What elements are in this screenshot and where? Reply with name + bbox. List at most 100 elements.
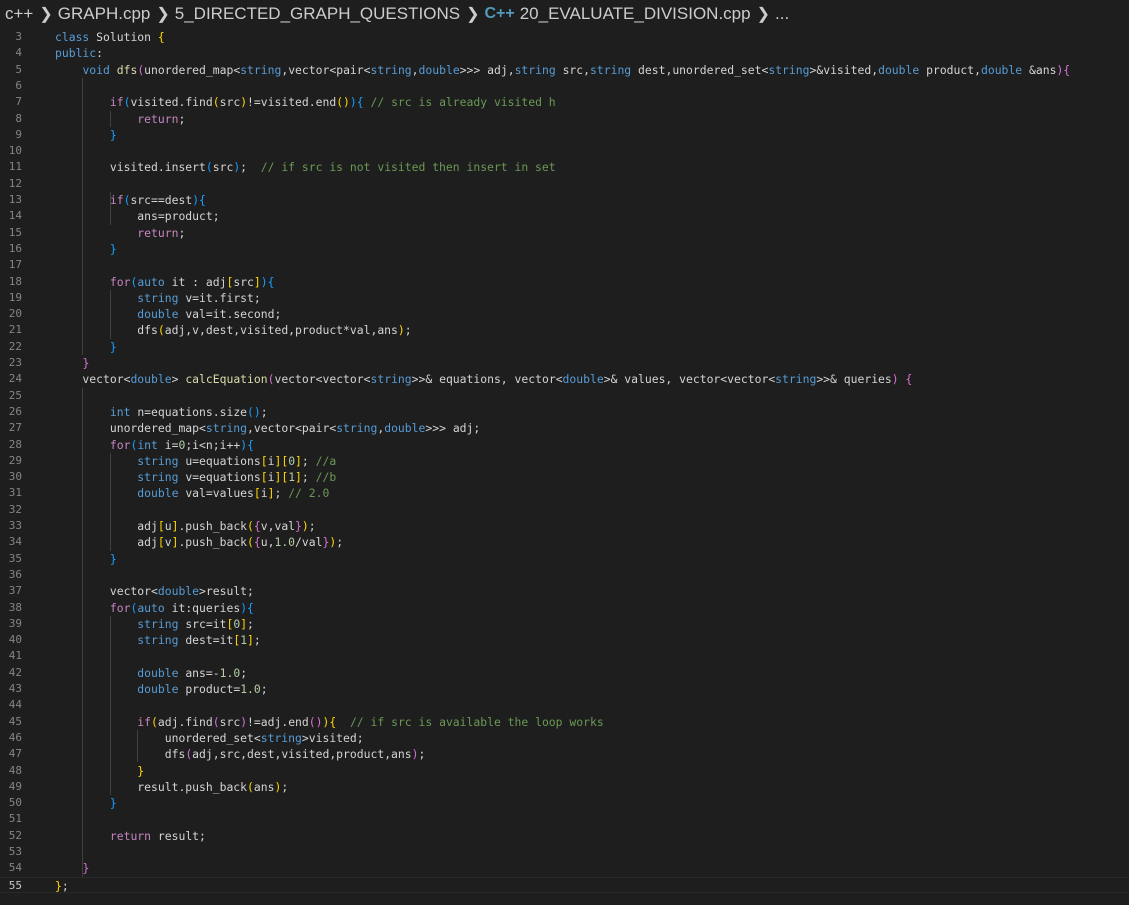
code-token: ( bbox=[151, 714, 158, 729]
line-number: 8 bbox=[15, 111, 22, 125]
code-text: double val=it.second; bbox=[55, 306, 281, 322]
code-line[interactable]: 19 string v=it.first; bbox=[0, 290, 1129, 306]
code-token: ] bbox=[295, 453, 302, 468]
code-line[interactable]: 24 vector<double> calcEquation(vector<ve… bbox=[0, 371, 1129, 387]
code-line[interactable]: 40 string dest=it[1]; bbox=[0, 632, 1129, 648]
code-token: ( bbox=[205, 160, 213, 175]
code-line[interactable]: 23 } bbox=[0, 355, 1129, 371]
code-token: < bbox=[555, 372, 563, 387]
code-token: ; bbox=[253, 633, 261, 648]
code-token: () bbox=[336, 95, 350, 110]
code-token: src bbox=[219, 95, 241, 110]
code-line[interactable]: 33 adj[u].push_back({v,val}); bbox=[0, 518, 1129, 534]
breadcrumb-more[interactable]: ... bbox=[775, 4, 789, 24]
code-line[interactable]: 50 } bbox=[0, 795, 1129, 811]
code-line[interactable]: 42 double ans=-1.0; bbox=[0, 665, 1129, 681]
code-line[interactable]: 17 bbox=[0, 257, 1129, 273]
code-token: &ans bbox=[1022, 62, 1057, 77]
code-line[interactable]: 11 visited.insert(src); // if src is not… bbox=[0, 159, 1129, 175]
code-token: vector bbox=[55, 584, 152, 599]
code-line[interactable]: 8 return; bbox=[0, 111, 1129, 127]
line-number: 48 bbox=[8, 763, 22, 777]
code-line[interactable]: 25 bbox=[0, 388, 1129, 404]
code-line[interactable]: 52 return result; bbox=[0, 828, 1129, 844]
code-line[interactable]: 37 vector<double>result; bbox=[0, 583, 1129, 599]
code-token: int bbox=[137, 437, 165, 452]
code-token: string bbox=[514, 62, 556, 77]
code-line[interactable]: 6 bbox=[0, 78, 1129, 94]
code-line[interactable]: 47 dfs(adj,src,dest,visited,product,ans)… bbox=[0, 746, 1129, 762]
code-token: ; bbox=[178, 225, 186, 240]
code-line[interactable]: 39 string src=it[0]; bbox=[0, 616, 1129, 632]
code-line[interactable]: 30 string v=equations[i][1]; //b bbox=[0, 469, 1129, 485]
code-token: > bbox=[603, 372, 611, 387]
code-token: } bbox=[82, 356, 90, 370]
code-line[interactable]: 32 bbox=[0, 502, 1129, 518]
code-token: ) bbox=[349, 95, 357, 110]
code-line[interactable]: 22 } bbox=[0, 339, 1129, 355]
code-token: adj bbox=[55, 535, 158, 550]
code-line[interactable]: 38 for(auto it:queries){ bbox=[0, 600, 1129, 616]
code-line[interactable]: 9 } bbox=[0, 127, 1129, 143]
code-token: ans=product; bbox=[55, 209, 220, 224]
code-line[interactable]: 4 public: bbox=[0, 45, 1129, 61]
code-line[interactable]: 28 for(int i=0;i<n;i++){ bbox=[0, 437, 1129, 453]
code-token: /val bbox=[295, 535, 323, 550]
code-line[interactable]: 12 bbox=[0, 176, 1129, 192]
code-line[interactable]: 36 bbox=[0, 567, 1129, 583]
line-number: 3 bbox=[15, 30, 22, 43]
code-line[interactable]: 31 double val=values[i]; // 2.0 bbox=[0, 485, 1129, 501]
code-line[interactable]: 27 unordered_map<string,vector<pair<stri… bbox=[0, 420, 1129, 436]
code-token: string bbox=[137, 453, 186, 468]
code-line[interactable]: 14 ans=product; bbox=[0, 208, 1129, 224]
code-line[interactable]: 54 } bbox=[0, 860, 1129, 876]
code-line[interactable]: 48 } bbox=[0, 763, 1129, 779]
code-line[interactable]: 41 bbox=[0, 648, 1129, 664]
code-line[interactable]: 26 int n=equations.size(); bbox=[0, 404, 1129, 420]
code-line[interactable]: 44 bbox=[0, 697, 1129, 713]
code-token: it : adj bbox=[171, 274, 227, 289]
breadcrumb-folder[interactable]: 5_DIRECTED_GRAPH_QUESTIONS bbox=[175, 4, 460, 24]
code-line[interactable]: 3 class Solution { bbox=[0, 29, 1129, 45]
code-token: .push_back bbox=[178, 519, 248, 533]
code-token: string bbox=[240, 62, 282, 77]
line-number: 45 bbox=[8, 714, 22, 728]
code-line[interactable]: 13 if(src==dest){ bbox=[0, 192, 1129, 208]
code-token: ) bbox=[301, 519, 309, 533]
code-line[interactable]: 49 result.push_back(ans); bbox=[0, 779, 1129, 795]
code-line[interactable]: 51 bbox=[0, 811, 1129, 827]
line-number: 20 bbox=[8, 307, 22, 321]
code-line[interactable]: 55}; bbox=[0, 876, 1129, 893]
code-line[interactable]: 21 dfs(adj,v,dest,visited,product*val,an… bbox=[0, 322, 1129, 338]
breadcrumb-current-file[interactable]: 20_EVALUATE_DIVISION.cpp bbox=[520, 4, 751, 24]
code-line[interactable]: 46 unordered_set<string>visited; bbox=[0, 730, 1129, 746]
code-line[interactable]: 45 if(adj.find(src)!=adj.end()){ // if s… bbox=[0, 714, 1129, 730]
code-line[interactable]: 10 bbox=[0, 143, 1129, 159]
code-text: vector<double> calcEquation(vector<vecto… bbox=[55, 371, 912, 387]
code-line[interactable]: 53 bbox=[0, 844, 1129, 860]
line-number: 33 bbox=[8, 519, 22, 532]
code-token: ; bbox=[281, 779, 289, 794]
code-line[interactable]: 29 string u=equations[i][0]; //a bbox=[0, 453, 1129, 469]
code-text: unordered_set<string>visited; bbox=[55, 730, 364, 746]
code-token: } bbox=[109, 551, 117, 566]
line-number: 53 bbox=[8, 845, 22, 858]
code-line[interactable]: 35 } bbox=[0, 551, 1129, 567]
code-line[interactable]: 7 if(visited.find(src)!=visited.end()){ … bbox=[0, 94, 1129, 110]
code-line[interactable]: 18 for(auto it : adj[src]){ bbox=[0, 274, 1129, 290]
code-line[interactable]: 15 return; bbox=[0, 225, 1129, 241]
code-line[interactable]: 43 double product=1.0; bbox=[0, 681, 1129, 697]
code-line[interactable]: 34 adj[v].push_back({u,1.0/val}); bbox=[0, 534, 1129, 550]
code-editor[interactable]: 3 class Solution {4 public: 5 void dfs(unor… bbox=[0, 27, 1129, 905]
code-line[interactable]: 16 } bbox=[0, 241, 1129, 257]
code-text: return; bbox=[55, 225, 185, 241]
breadcrumb-file[interactable]: GRAPH.cpp bbox=[58, 4, 151, 24]
code-line[interactable]: 5 void dfs(unordered_map<string,vector<p… bbox=[0, 62, 1129, 78]
code-line[interactable]: 20 double val=it.second; bbox=[0, 306, 1129, 322]
breadcrumb-language[interactable]: c++ bbox=[5, 4, 33, 24]
line-number: 52 bbox=[8, 828, 22, 842]
